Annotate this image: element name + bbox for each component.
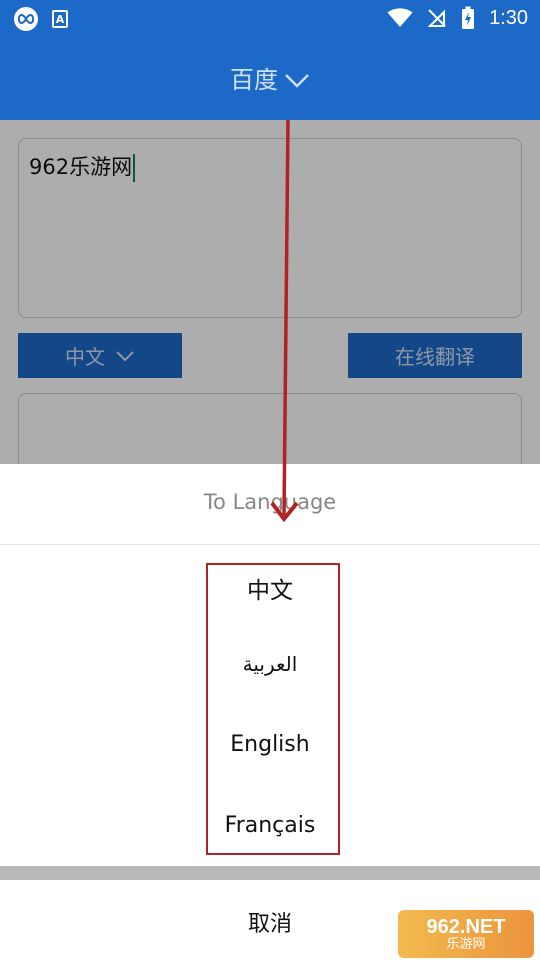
divider	[0, 544, 540, 545]
no-signal-icon	[427, 9, 446, 27]
chevron-down-icon	[284, 67, 310, 95]
watermark-top-text: 962.NET	[426, 915, 506, 938]
sheet-gap	[0, 866, 540, 880]
sheet-title: To Language	[203, 490, 337, 514]
infinity-icon	[14, 7, 38, 31]
watermark-bottom-text: 乐游网	[446, 936, 486, 952]
battery-charging-icon	[462, 6, 475, 29]
engine-title: 百度	[230, 66, 278, 94]
watermark-logo: 962.NET 乐游网	[398, 910, 534, 958]
annotation-highlight-box	[206, 563, 340, 855]
status-bar: A 1:30	[0, 0, 540, 36]
font-a-icon: A	[52, 10, 68, 28]
status-time: 1:30	[489, 6, 528, 29]
wifi-icon	[387, 8, 413, 27]
app-bar: 百度	[0, 36, 540, 120]
language-picker-sheet: To Language 中文 العربية English Français	[0, 464, 540, 866]
engine-selector[interactable]: 百度	[0, 60, 540, 95]
